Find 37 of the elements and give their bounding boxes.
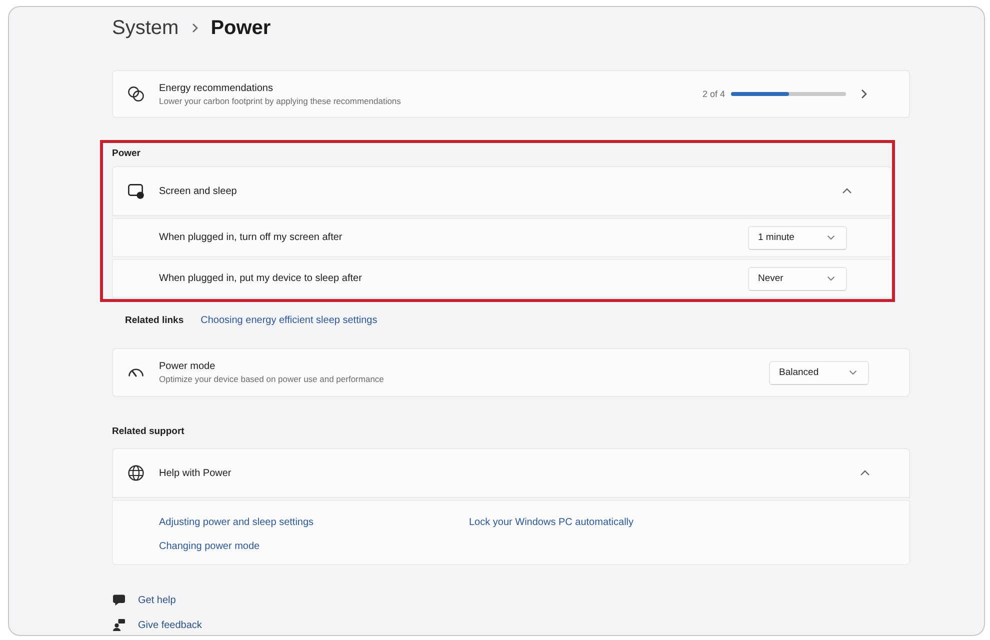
expander-title: Help with Power: [159, 468, 232, 478]
circles-icon: [128, 86, 144, 102]
chevron-down-icon: [827, 235, 835, 240]
link[interactable]: Choosing energy efficient sleep settings: [200, 314, 378, 326]
person-speech-icon: [113, 619, 125, 631]
feedback-link[interactable]: Give feedback: [112, 616, 202, 634]
gauge-icon: [128, 368, 144, 377]
chevron-right-icon: [192, 23, 198, 33]
chat-icon: [113, 594, 125, 606]
help-link[interactable]: Changing power mode: [159, 540, 469, 552]
card-subtitle: Lower your carbon footprint by applying these recommendations: [159, 96, 401, 106]
dropdown[interactable]: Balanced: [769, 360, 869, 384]
setting-label: When plugged in, put my device to sleep after: [159, 273, 362, 284]
breadcrumb-link[interactable]: System: [112, 16, 179, 40]
help-link[interactable]: Adjusting power and sleep settings: [159, 516, 469, 528]
chevron-down-icon: [827, 276, 835, 281]
setting-label: When plugged in, turn off my screen after: [159, 232, 342, 243]
expander-title: Screen and sleep: [159, 186, 238, 196]
card-title: Power mode: [159, 361, 216, 372]
card-title: Energy recommendations: [159, 82, 273, 94]
monitor-icon: [128, 183, 144, 199]
expander-header[interactable]: Help with Power: [112, 448, 910, 498]
page-title: Power: [210, 16, 271, 40]
dropdown[interactable]: Never: [748, 266, 847, 290]
chevron-down-icon: [849, 370, 857, 375]
expander-header[interactable]: Screen and sleep: [112, 166, 892, 216]
progress-label: 2 of 4: [702, 89, 725, 99]
settings-card[interactable]: Energy recommendations Lower your carbon footprint by applying these recommendations 2 of 4: [112, 70, 910, 118]
dropdown[interactable]: 1 minute: [748, 226, 847, 250]
card-subtitle: Optimize your device based on power use and performance: [159, 374, 384, 384]
chevron-right-icon: [861, 89, 867, 99]
help-link[interactable]: Lock your Windows PC automatically: [469, 516, 634, 528]
get-help-link[interactable]: Get help: [112, 591, 176, 609]
globe-icon: [128, 465, 144, 481]
section-heading: Power: [112, 147, 142, 161]
related-links-label: Related links: [125, 314, 184, 326]
section-heading: Related support: [112, 425, 186, 439]
